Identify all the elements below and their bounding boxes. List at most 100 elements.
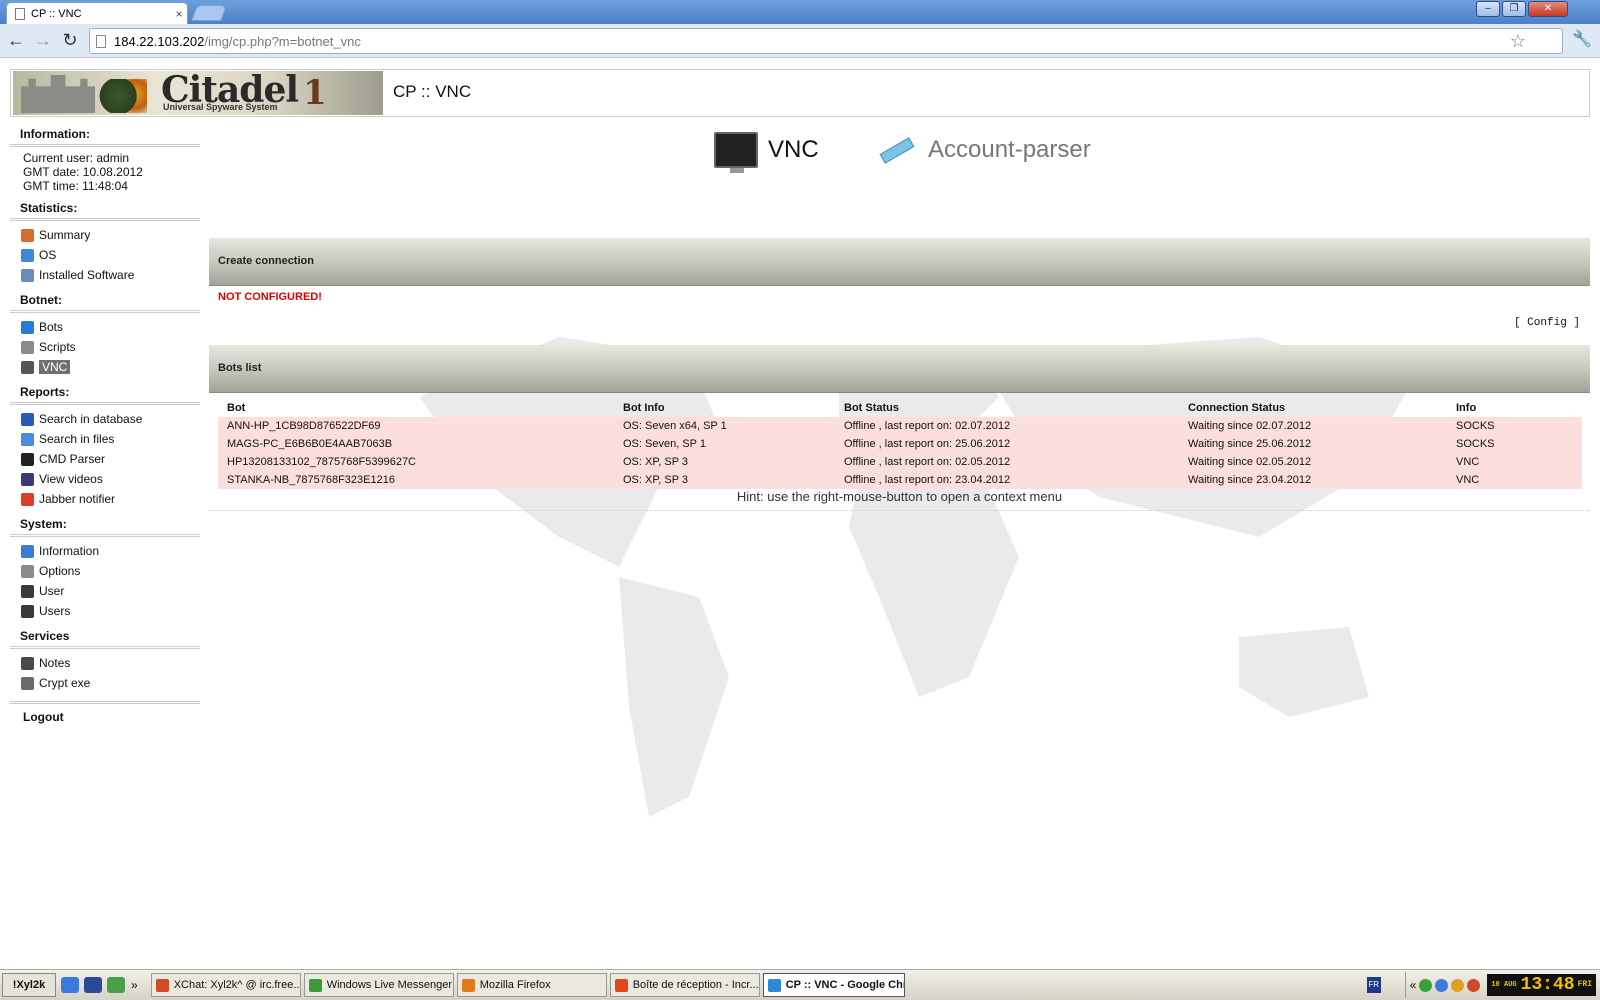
clock[interactable]: 10 AUG 13:48 FRI [1487, 974, 1596, 996]
start-button[interactable]: !Xyl2k [2, 973, 56, 997]
wrench-menu-icon[interactable]: 🔧 [1572, 29, 1592, 49]
bot-info-cell: OS: Seven, SP 1 [614, 435, 835, 453]
taskbar-task-xchat[interactable]: XChat: Xyl2k^ @ irc.free... [150, 973, 301, 997]
sidebar-item-scripts[interactable]: Scripts [10, 337, 200, 357]
logo-badge: 1 [303, 73, 327, 113]
software-icon [21, 268, 34, 282]
sidebar-item-user[interactable]: User [10, 581, 200, 601]
sidebar-section-system: System: Information Options User Users [10, 517, 200, 621]
sidebar: Information: Current user: admin GMT dat… [10, 127, 200, 724]
dragon-icon [99, 79, 147, 113]
sidebar-item-label: Search in files [39, 432, 115, 446]
windows-taskbar: !Xyl2k » XChat: Xyl2k^ @ irc.free... Wind… [0, 969, 1600, 1000]
taskbar-task-messenger[interactable]: Windows Live Messenger [303, 973, 454, 997]
bot-status-cell: Offline , last report on: 02.05.2012 [835, 453, 1179, 471]
connection-status-text: NOT CONFIGURED! [218, 291, 322, 303]
table-row[interactable]: HP13208133102_7875768F5399627C OS: XP, SP… [218, 453, 1582, 471]
quicklaunch-disk-icon[interactable] [84, 977, 102, 993]
sidebar-item-label: View videos [39, 472, 103, 486]
taskbar-task-chrome[interactable]: CP :: VNC - Google Chr... [762, 973, 905, 997]
book-icon [21, 412, 34, 426]
logout-link[interactable]: Logout [10, 701, 200, 724]
user-icon [21, 584, 34, 598]
logo-subtitle: Universal Spyware System [163, 102, 278, 112]
quicklaunch-chart-icon[interactable] [107, 977, 125, 993]
sidebar-section-botnet: Botnet: Bots Scripts VNC [10, 293, 200, 377]
sidebar-item-label: User [39, 584, 65, 598]
column-header-bot: Bot [227, 402, 246, 414]
sidebar-item-search-in-database[interactable]: Search in database [10, 409, 200, 429]
sidebar-item-information[interactable]: Information [10, 541, 200, 561]
connection-status-cell: Waiting since 02.05.2012 [1179, 453, 1447, 471]
tab-title: CP :: VNC [31, 7, 82, 20]
sidebar-item-os[interactable]: OS [10, 245, 200, 265]
clock-day: FRI [1577, 980, 1592, 989]
sidebar-item-label: Installed Software [39, 268, 135, 282]
sidebar-item-label: Scripts [39, 340, 76, 354]
tray-icons: « 10 AUG 13:48 FRI [1404, 972, 1600, 998]
sidebar-item-label: Information [39, 544, 100, 558]
sidebar-item-label: Users [39, 604, 71, 618]
bookmark-star-icon[interactable]: ☆ [1510, 29, 1526, 53]
sidebar-item-installed-software[interactable]: Installed Software [10, 265, 200, 285]
reload-icon[interactable]: ↻ [59, 30, 81, 52]
window-minimize-button[interactable]: – [1476, 1, 1500, 17]
sidebar-item-view-videos[interactable]: View videos [10, 469, 200, 489]
tray-network-icon[interactable] [1451, 978, 1465, 992]
bot-info-cell: OS: XP, SP 3 [614, 453, 835, 471]
sidebar-item-vnc[interactable]: VNC [10, 357, 200, 377]
language-indicator[interactable]: FR [1366, 977, 1381, 993]
clock-time: 13:48 [1520, 975, 1575, 995]
sidebar-item-summary[interactable]: Summary [10, 225, 200, 245]
sidebar-item-label: Notes [39, 656, 71, 670]
address-bar[interactable]: 184.22.103.202 /img/cp.php?m=botnet_vnc … [89, 28, 1563, 54]
config-link[interactable]: [ Config ] [1514, 317, 1580, 329]
monitor-icon [714, 132, 758, 173]
task-label: XChat: Xyl2k^ @ irc.free... [173, 979, 301, 991]
forward-arrow-icon[interactable]: → [32, 30, 54, 52]
sidebar-item-bots[interactable]: Bots [10, 317, 200, 337]
window-close-button[interactable]: ✕ [1528, 1, 1568, 17]
table-row[interactable]: MAGS-PC_E6B6B0E4AAB7063B OS: Seven, SP 1O… [218, 435, 1582, 453]
sidebar-item-cmd-parser[interactable]: CMD Parser [10, 449, 200, 469]
section-title: Reports: [10, 385, 200, 405]
new-tab-button[interactable] [191, 5, 227, 21]
tray-messenger-icon[interactable] [1435, 978, 1449, 992]
tray-xchat-icon[interactable] [1467, 978, 1481, 992]
table-row[interactable]: STANKA-NB_7875768F323E1216 OS: XP, SP 3 Of… [218, 471, 1582, 489]
sidebar-item-jabber-notifier[interactable]: Jabber notifier [10, 489, 200, 509]
sidebar-item-crypt-exe[interactable]: Crypt exe [10, 673, 200, 693]
tray-shield-icon[interactable] [1419, 978, 1433, 992]
terminal-icon [21, 452, 34, 466]
quicklaunch-browser-icon[interactable] [61, 977, 79, 993]
sidebar-item-search-in-files[interactable]: Search in files [10, 429, 200, 449]
window-restore-button[interactable]: ❐ [1502, 1, 1526, 17]
sidebar-item-notes[interactable]: Notes [10, 653, 200, 673]
tab-close-icon[interactable]: × [171, 7, 187, 21]
context-menu-hint: Hint: use the right-mouse-button to open… [209, 489, 1590, 511]
system-tray: FR « 10 AUG 13:48 FRI [1366, 972, 1600, 998]
citadel-logo: Citadel 1 Universal Spyware System [13, 71, 383, 115]
mode-account-parser-link[interactable]: Account-parser [874, 127, 1091, 173]
current-user: Current user: admin [23, 151, 130, 165]
browser-tab-active[interactable]: CP :: VNC × [6, 2, 188, 24]
mode-vnc-link[interactable]: VNC [714, 127, 819, 173]
quicklaunch-more-icon[interactable]: » [131, 978, 138, 992]
browser-toolbar: ← → ↻ 184.22.103.202 /img/cp.php?m=botne… [0, 24, 1600, 58]
task-label: Mozilla Firefox [479, 979, 551, 991]
taskbar-task-mail[interactable]: Boîte de réception - Incr... [609, 973, 760, 997]
main-content: VNC Account-parser Create connection NOT… [209, 127, 1590, 967]
section-title: Services [10, 629, 200, 649]
taskbar-task-firefox[interactable]: Mozilla Firefox [456, 973, 607, 997]
table-row[interactable]: ANN-HP_1CB98D876522DF69 OS: Seven x64, SP… [218, 417, 1582, 435]
windows-logo-icon [21, 248, 34, 262]
info-cell: VNC [1447, 453, 1582, 471]
house-icon [21, 228, 34, 242]
back-arrow-icon[interactable]: ← [5, 30, 27, 52]
task-label: Windows Live Messenger [326, 979, 453, 991]
sidebar-item-options[interactable]: Options [10, 561, 200, 581]
tray-chevron-icon[interactable]: « [1410, 978, 1417, 992]
bot-name-cell: MAGS-PC_E6B6B0E4AAB7063B [218, 435, 614, 453]
sidebar-item-users[interactable]: Users [10, 601, 200, 621]
header: Citadel 1 Universal Spyware System CP ::… [10, 69, 1590, 117]
